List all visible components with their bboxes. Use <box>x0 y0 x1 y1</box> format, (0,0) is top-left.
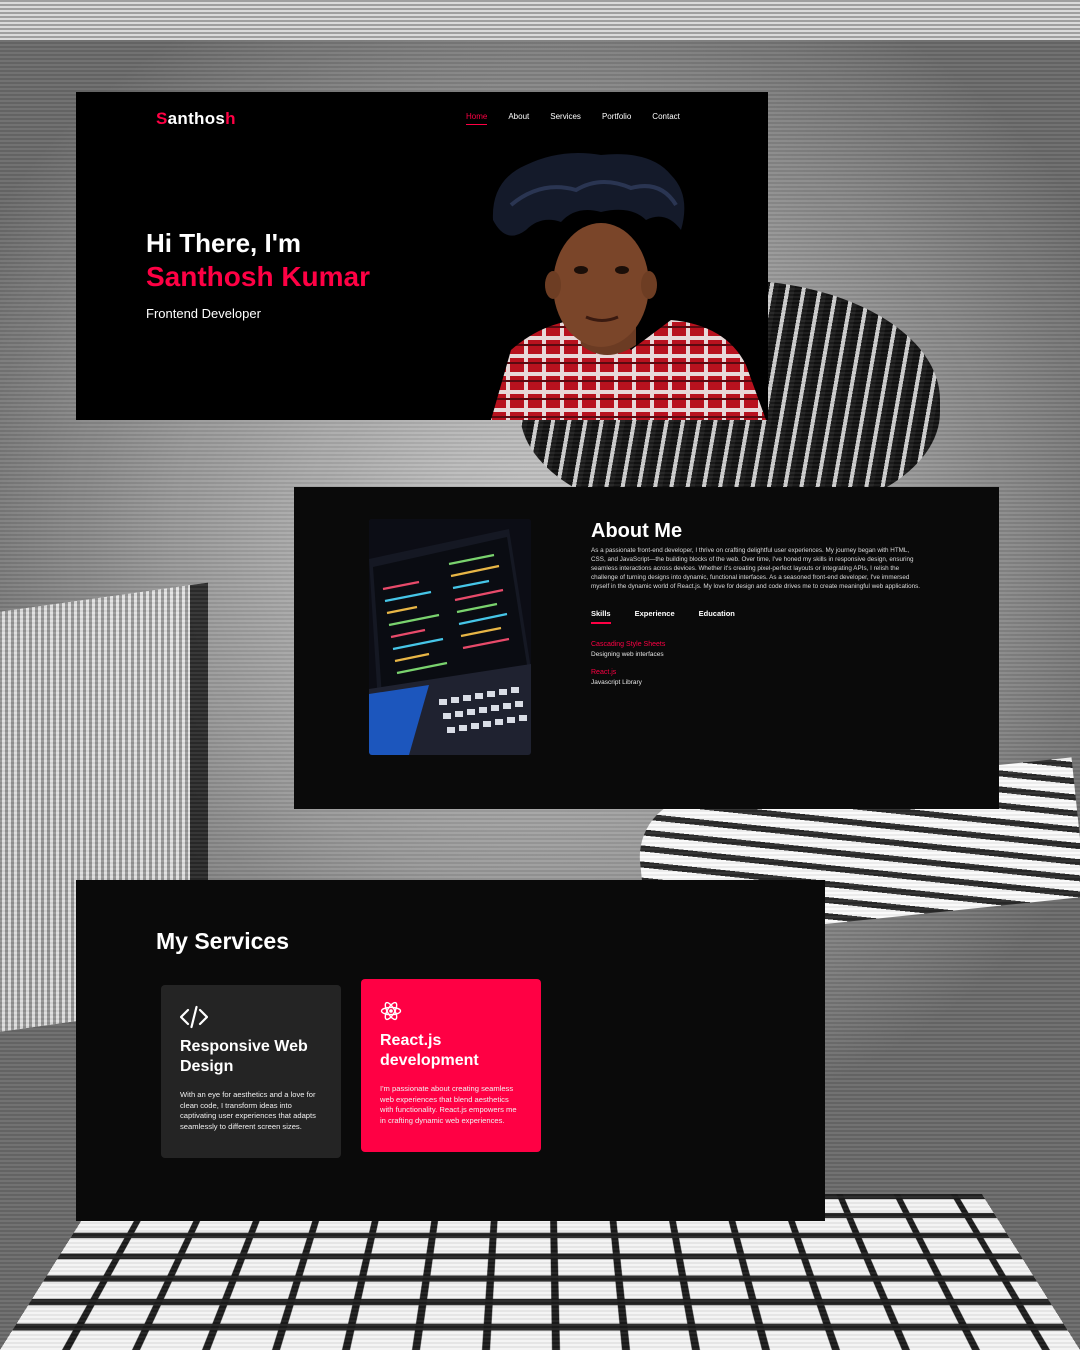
about-screenshot: About Me As a passionate front-end devel… <box>294 487 999 809</box>
main-nav: Home About Services Portfolio Contact <box>466 112 701 125</box>
service-card-title: React.js development <box>380 1032 479 1069</box>
hero-intro: Hi There, I'm Santhosh Kumar Frontend De… <box>146 227 370 321</box>
code-laptop-photo <box>369 519 531 755</box>
hero-greeting: Hi There, I'm <box>146 228 301 258</box>
nav-portfolio[interactable]: Portfolio <box>602 112 631 125</box>
services-screenshot: My Services Responsive Web Design With a… <box>76 880 825 1221</box>
service-card-react[interactable]: React.js development I'm passionate abou… <box>361 979 541 1152</box>
hero-screenshot: Santhosh Home About Services Portfolio C… <box>76 92 768 420</box>
hero-name: Santhosh Kumar <box>146 261 371 292</box>
service-card-responsive[interactable]: Responsive Web Design With an eye for ae… <box>161 985 341 1158</box>
tab-experience[interactable]: Experience <box>635 609 675 624</box>
service-card-text: With an eye for aesthetics and a love fo… <box>180 1090 316 1131</box>
skill-name: React.js <box>591 669 617 676</box>
nav-home[interactable]: Home <box>466 112 488 125</box>
site-logo[interactable]: Santhosh <box>156 109 236 129</box>
nav-services[interactable]: Services <box>550 112 581 125</box>
skill-item: Cascading Style Sheets Designing web int… <box>591 641 665 658</box>
about-tabs: Skills Experience Education <box>591 609 759 624</box>
skill-description: Javascript Library <box>591 679 642 686</box>
nav-about[interactable]: About <box>508 112 529 125</box>
services-title: My Services <box>156 928 289 954</box>
tab-skills[interactable]: Skills <box>591 609 611 624</box>
about-title: About Me <box>591 520 683 542</box>
about-description: As a passionate front-end developer, I t… <box>591 547 920 590</box>
service-card-title: Responsive Web Design <box>180 1038 308 1075</box>
skill-description: Designing web interfaces <box>591 651 664 658</box>
tab-education[interactable]: Education <box>699 609 735 624</box>
service-card-text: I'm passionate about creating seamless w… <box>380 1084 517 1125</box>
skill-name: Cascading Style Sheets <box>591 641 666 648</box>
nav-contact[interactable]: Contact <box>652 112 680 125</box>
profile-photo <box>491 152 766 420</box>
code-icon <box>180 1005 208 1029</box>
skill-item: React.js Javascript Library <box>591 669 642 686</box>
hero-role: Frontend Developer <box>146 306 261 321</box>
react-icon <box>380 1001 402 1021</box>
